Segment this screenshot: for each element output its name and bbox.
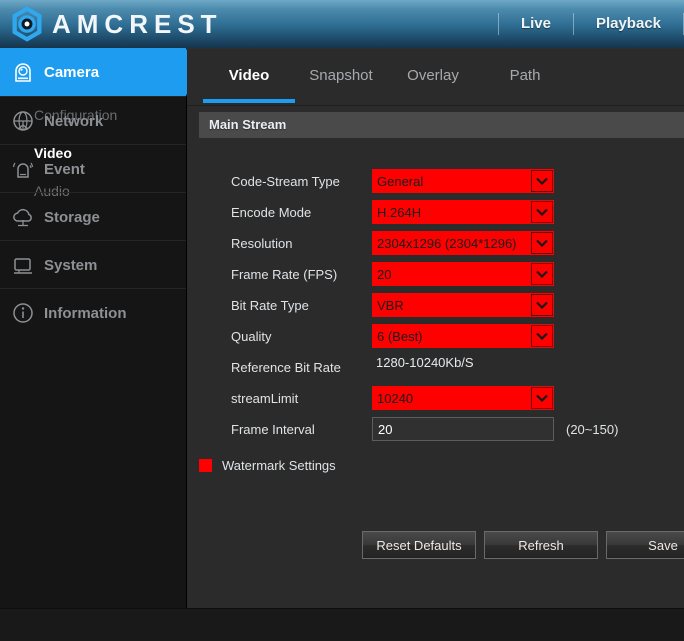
label-encode-mode: Encode Mode bbox=[231, 204, 312, 220]
network-globe-icon bbox=[13, 111, 33, 131]
field-row-quality: Quality 6 (Best) bbox=[187, 321, 684, 351]
brand-logo: AMCREST bbox=[8, 5, 223, 43]
sidebar-group-information: Information bbox=[0, 288, 186, 336]
sidebar-group-storage: Storage bbox=[0, 192, 186, 240]
sidebar-group-system: System bbox=[0, 240, 186, 288]
sidebar-group-camera: Camera Configuration Video Audio bbox=[0, 48, 196, 210]
chevron-down-icon bbox=[531, 170, 553, 192]
sidebar-item-system[interactable]: System bbox=[0, 241, 186, 289]
frame-interval-hint: (20~150) bbox=[566, 421, 619, 437]
select-stream-limit[interactable]: 10240 bbox=[372, 386, 554, 410]
select-frame-rate[interactable]: 20 bbox=[372, 262, 554, 286]
field-row-stream-limit: streamLimit 10240 bbox=[187, 383, 684, 413]
select-resolution-value: 2304x1296 (2304*1296) bbox=[377, 235, 517, 251]
select-bit-rate-type[interactable]: VBR bbox=[372, 293, 554, 317]
event-bell-icon bbox=[12, 162, 34, 178]
header-nav: Live Playback bbox=[497, 0, 684, 48]
storage-cloud-icon bbox=[13, 208, 32, 227]
select-bit-rate-type-value: VBR bbox=[377, 297, 404, 313]
window-footer bbox=[0, 608, 684, 641]
video-settings-form: Code-Stream Type General Encode Mode H.2… bbox=[187, 138, 684, 480]
app-header: AMCREST Live Playback bbox=[0, 0, 684, 48]
frame-interval-input[interactable] bbox=[372, 417, 554, 441]
reset-defaults-button[interactable]: Reset Defaults bbox=[362, 531, 476, 559]
value-reference-bit-rate: 1280-10240Kb/S bbox=[376, 355, 474, 370]
select-frame-rate-value: 20 bbox=[377, 266, 392, 282]
sidebar-item-storage[interactable]: Storage bbox=[0, 193, 186, 241]
tab-bar-divider bbox=[187, 105, 684, 106]
brand-name: AMCREST bbox=[52, 9, 223, 39]
tab-bar: Video Snapshot Overlay Path bbox=[187, 49, 684, 106]
save-button[interactable]: Save bbox=[606, 531, 684, 559]
field-row-watermark: Watermark Settings bbox=[187, 450, 684, 480]
select-quality-value: 6 (Best) bbox=[377, 328, 423, 344]
chevron-down-icon bbox=[531, 201, 553, 223]
label-bit-rate-type: Bit Rate Type bbox=[231, 297, 309, 313]
camera-dome-icon bbox=[15, 63, 31, 82]
sidebar: Camera Configuration Video Audio Network… bbox=[0, 48, 196, 608]
amcrest-hex-logo-icon bbox=[12, 6, 42, 42]
sidebar-item-network[interactable]: Network bbox=[0, 97, 186, 145]
tab-video[interactable]: Video bbox=[203, 49, 295, 103]
label-quality: Quality bbox=[231, 328, 272, 344]
sidebar-item-event-label: Event bbox=[44, 160, 85, 178]
field-row-frame-rate: Frame Rate (FPS) 20 bbox=[187, 259, 684, 289]
select-quality[interactable]: 6 (Best) bbox=[372, 324, 554, 348]
sidebar-item-camera[interactable]: Camera bbox=[0, 48, 196, 96]
select-encode-mode-value: H.264H bbox=[377, 204, 422, 220]
field-row-resolution: Resolution 2304x1296 (2304*1296) bbox=[187, 228, 684, 258]
sidebar-item-system-label: System bbox=[44, 256, 98, 274]
chevron-down-icon bbox=[531, 232, 553, 254]
label-resolution: Resolution bbox=[231, 235, 293, 251]
field-row-encode-mode: Encode Mode H.264H bbox=[187, 197, 684, 227]
sidebar-item-information-label: Information bbox=[44, 304, 127, 322]
select-stream-limit-value: 10240 bbox=[377, 390, 414, 406]
label-reference-bit-rate: Reference Bit Rate bbox=[231, 359, 341, 375]
sidebar-item-network-label: Network bbox=[44, 112, 104, 130]
select-encode-mode[interactable]: H.264H bbox=[372, 200, 554, 224]
chevron-down-icon bbox=[531, 387, 553, 409]
field-row-frame-interval: Frame Interval (20~150) bbox=[187, 414, 684, 444]
label-stream-limit: streamLimit bbox=[231, 390, 299, 406]
system-monitor-icon bbox=[14, 258, 32, 274]
sidebar-item-information[interactable]: Information bbox=[0, 289, 186, 337]
content-panel: Video Snapshot Overlay Path Main Stream … bbox=[187, 48, 684, 608]
sidebar-item-storage-label: Storage bbox=[44, 208, 100, 226]
select-code-stream-type-value: General bbox=[377, 173, 424, 189]
select-code-stream-type[interactable]: General bbox=[372, 169, 554, 193]
section-header-main-stream: Main Stream bbox=[199, 112, 684, 138]
sidebar-group-event: Event bbox=[0, 144, 186, 192]
field-row-bit-rate-type: Bit Rate Type VBR bbox=[187, 290, 684, 320]
label-frame-interval: Frame Interval bbox=[231, 421, 315, 437]
sidebar-item-camera-label: Camera bbox=[44, 63, 100, 81]
chevron-down-icon bbox=[531, 294, 553, 316]
nav-link-playback[interactable]: Playback bbox=[574, 0, 683, 48]
field-row-code-stream-type: Code-Stream Type General bbox=[187, 166, 684, 196]
form-actions: Reset Defaults Refresh Save bbox=[187, 531, 684, 571]
refresh-button[interactable]: Refresh bbox=[484, 531, 598, 559]
watermark-checkbox[interactable] bbox=[199, 458, 212, 472]
select-resolution[interactable]: 2304x1296 (2304*1296) bbox=[372, 231, 554, 255]
tab-path[interactable]: Path bbox=[479, 49, 571, 103]
tab-overlay[interactable]: Overlay bbox=[387, 49, 479, 103]
tab-snapshot[interactable]: Snapshot bbox=[295, 49, 387, 103]
chevron-down-icon bbox=[531, 263, 553, 285]
sidebar-item-event[interactable]: Event bbox=[0, 145, 186, 193]
information-circle-icon bbox=[13, 303, 33, 323]
amcrest-camera-web-ui: AMCREST Live Playback Camera Configurati… bbox=[0, 0, 684, 641]
sidebar-group-network: Network bbox=[0, 96, 186, 144]
label-frame-rate: Frame Rate (FPS) bbox=[231, 266, 338, 282]
nav-link-live[interactable]: Live bbox=[499, 0, 573, 48]
label-watermark: Watermark Settings bbox=[222, 457, 336, 473]
chevron-down-icon bbox=[531, 325, 553, 347]
field-row-reference-bit-rate: Reference Bit Rate 1280-10240Kb/S bbox=[187, 352, 684, 382]
label-code-stream-type: Code-Stream Type bbox=[231, 173, 340, 189]
